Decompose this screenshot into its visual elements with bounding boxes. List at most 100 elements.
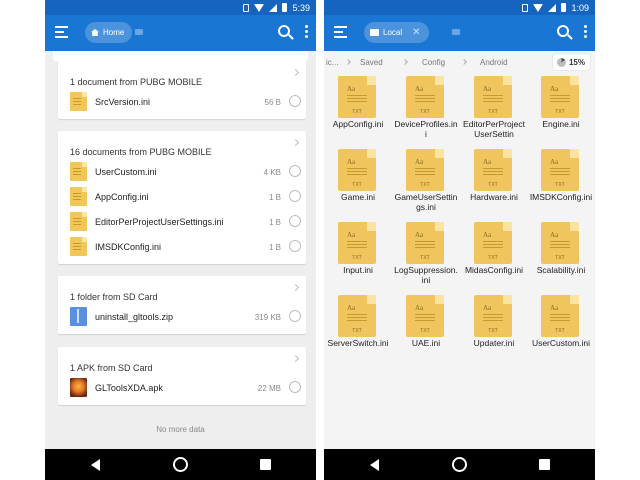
- file-grid-item[interactable]: Aa TXT ServerSwitch.ini: [324, 295, 392, 365]
- file-icon-ext: TXT: [488, 255, 498, 261]
- file-name: EditorPerProjectUserSettings.ini: [95, 217, 224, 227]
- file-grid-item[interactable]: Aa TXT Input.ini: [324, 222, 392, 292]
- recent-apps-icon[interactable]: [260, 459, 271, 470]
- result-group-card: 1 document from PUBG MOBILE SrcVersion.in…: [58, 61, 306, 119]
- ini-file-icon: Aa TXT: [541, 76, 579, 118]
- file-name: UserCustom.ini: [531, 338, 591, 348]
- storage-usage-badge[interactable]: 15%: [552, 54, 590, 70]
- file-icon-ext: TXT: [420, 109, 430, 115]
- select-radio[interactable]: [289, 310, 301, 322]
- ini-file-icon: Aa TXT: [541, 295, 579, 337]
- file-row[interactable]: AppConfig.ini 1 B: [58, 185, 306, 210]
- file-grid-item[interactable]: Aa TXT GameUserSettings.ini: [392, 149, 460, 219]
- chevron-right-icon: [402, 59, 408, 65]
- ini-file-icon: Aa TXT: [541, 222, 579, 264]
- file-row[interactable]: uninstall_gltools.zip 319 KB: [58, 305, 306, 330]
- file-size: 1 B: [268, 243, 281, 252]
- file-grid-item[interactable]: Aa TXT EditorPerProjectUserSettin: [460, 76, 528, 146]
- pie-chart-icon: [556, 57, 566, 67]
- select-radio[interactable]: [289, 165, 301, 177]
- file-grid-item[interactable]: Aa TXT Hardware.ini: [460, 149, 528, 219]
- result-group-card: 16 documents from PUBG MOBILE UserCustom.…: [58, 131, 306, 264]
- breadcrumb-item[interactable]: Saved: [360, 58, 383, 67]
- file-row[interactable]: EditorPerProjectUserSettings.ini 1 B: [58, 210, 306, 235]
- file-icon-ext: TXT: [488, 182, 498, 188]
- file-size: 319 KB: [254, 313, 281, 322]
- file-row[interactable]: SrcVersion.ini 56 B: [58, 90, 306, 115]
- file-icon-glyph: Aa: [483, 85, 492, 93]
- select-radio[interactable]: [289, 190, 301, 202]
- file-grid-item[interactable]: Aa TXT DeviceProfiles.ini: [392, 76, 460, 146]
- back-icon[interactable]: [91, 459, 100, 471]
- breadcrumb: ic... Saved Config Android 15%: [324, 51, 595, 73]
- file-icon-glyph: Aa: [550, 231, 559, 239]
- navigation-bar: [45, 449, 316, 480]
- chevron-right-icon[interactable]: [291, 68, 300, 77]
- file-name: GameUserSettings.ini: [394, 192, 458, 212]
- location-chip-home[interactable]: Home: [85, 22, 133, 43]
- battery-icon: [561, 3, 567, 12]
- file-grid-item[interactable]: Aa TXT IMSDKConfig.ini: [527, 149, 595, 219]
- file-name: Updater.ini: [473, 338, 515, 348]
- file-icon-ext: TXT: [352, 328, 362, 334]
- chevron-right-icon[interactable]: [291, 283, 300, 292]
- select-radio[interactable]: [289, 95, 301, 107]
- ini-file-icon: [70, 237, 87, 256]
- file-grid-item[interactable]: Aa TXT MidasConfig.ini: [460, 222, 528, 292]
- file-name: LogSuppression.ini: [394, 265, 458, 285]
- file-grid-item[interactable]: Aa TXT Scalability.ini: [527, 222, 595, 292]
- file-icon-ext: TXT: [420, 255, 430, 261]
- file-icon-ext: TXT: [352, 255, 362, 261]
- select-radio[interactable]: [289, 240, 301, 252]
- tag-icon[interactable]: [452, 29, 460, 35]
- file-row[interactable]: GLToolsXDA.apk 22 MB: [58, 376, 306, 401]
- search-icon[interactable]: [278, 25, 290, 37]
- file-grid-item[interactable]: Aa TXT Updater.ini: [460, 295, 528, 365]
- ini-file-icon: Aa TXT: [406, 295, 444, 337]
- file-icon-ext: TXT: [420, 328, 430, 334]
- chevron-right-icon[interactable]: [291, 354, 300, 363]
- breadcrumb-item[interactable]: Android: [480, 58, 508, 67]
- ini-file-icon: [70, 187, 87, 206]
- more-options-icon[interactable]: [584, 25, 587, 39]
- file-icon-glyph: Aa: [483, 231, 492, 239]
- list-top-edge: [53, 51, 308, 61]
- close-icon[interactable]: ✕: [412, 27, 420, 38]
- app-bar: Home: [45, 15, 316, 51]
- result-group-title[interactable]: 1 folder from SD Card: [70, 292, 158, 302]
- file-grid-item[interactable]: Aa TXT Game.ini: [324, 149, 392, 219]
- file-grid-item[interactable]: Aa TXT UAE.ini: [392, 295, 460, 365]
- recent-apps-icon[interactable]: [539, 459, 550, 470]
- home-button-icon[interactable]: [452, 457, 467, 472]
- chevron-right-icon[interactable]: [291, 138, 300, 147]
- menu-icon[interactable]: [334, 26, 347, 39]
- select-radio[interactable]: [289, 381, 301, 393]
- file-icon-glyph: Aa: [415, 158, 424, 166]
- vibrate-icon: [243, 3, 250, 12]
- file-icon-glyph: Aa: [415, 85, 424, 93]
- file-name: Scalability.ini: [536, 265, 586, 275]
- select-radio[interactable]: [289, 215, 301, 227]
- location-chip-local[interactable]: Local ✕: [364, 22, 429, 43]
- file-grid-item[interactable]: Aa TXT LogSuppression.ini: [392, 222, 460, 292]
- file-grid-item[interactable]: Aa TXT AppConfig.ini: [324, 76, 392, 146]
- more-options-icon[interactable]: [305, 25, 308, 39]
- result-group-title[interactable]: 1 document from PUBG MOBILE: [70, 77, 202, 87]
- search-icon[interactable]: [557, 25, 569, 37]
- result-group-title[interactable]: 16 documents from PUBG MOBILE: [70, 147, 212, 157]
- back-icon[interactable]: [370, 459, 379, 471]
- menu-icon[interactable]: [55, 26, 68, 39]
- file-row[interactable]: IMSDKConfig.ini 1 B: [58, 235, 306, 260]
- file-name: IMSDKConfig.ini: [95, 242, 162, 252]
- file-grid-item[interactable]: Aa TXT Engine.ini: [527, 76, 595, 146]
- breadcrumb-item[interactable]: Config: [422, 58, 445, 67]
- file-row[interactable]: UserCustom.ini 4 KB: [58, 160, 306, 185]
- home-button-icon[interactable]: [173, 457, 188, 472]
- file-grid-item[interactable]: Aa TXT UserCustom.ini: [527, 295, 595, 365]
- tag-icon[interactable]: [135, 29, 143, 35]
- file-name: Engine.ini: [542, 119, 580, 129]
- result-group-title[interactable]: 1 APK from SD Card: [70, 363, 153, 373]
- ini-file-icon: Aa TXT: [474, 222, 512, 264]
- breadcrumb-item[interactable]: ic...: [326, 58, 338, 67]
- file-icon-ext: TXT: [488, 328, 498, 334]
